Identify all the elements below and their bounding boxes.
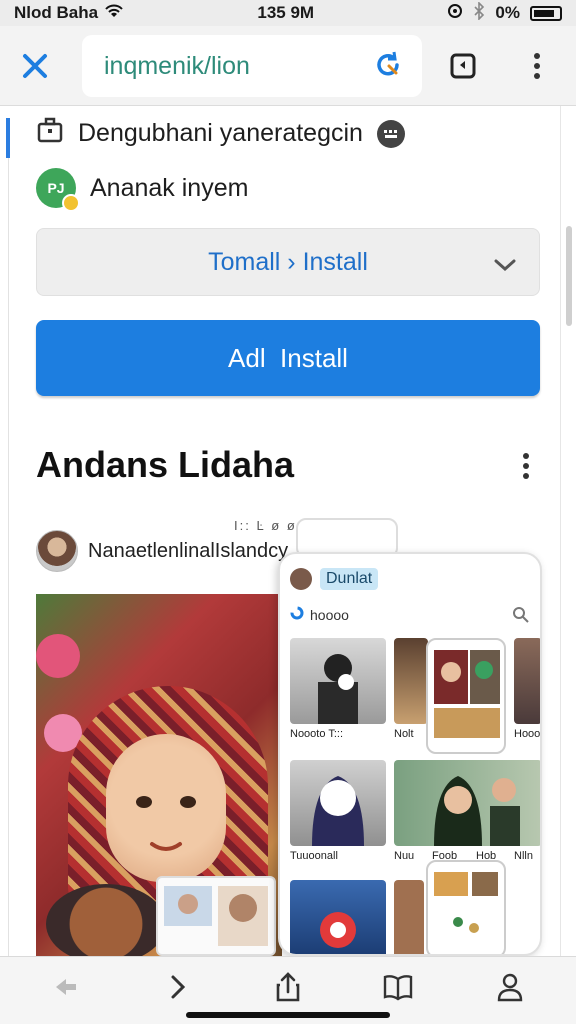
grid-photo [426,638,506,754]
active-indicator [6,118,10,158]
status-bar: Nlod Baha 135 9M 0% [0,0,576,26]
back-button[interactable] [42,965,90,1009]
search-icon [512,606,530,629]
install-dropdown-label: Tomall › Install [208,247,368,276]
mock-title: Dunlat [320,568,379,590]
install-button[interactable]: Adl Install [36,320,540,396]
grid-photo [394,880,424,954]
flower-image [36,634,80,678]
location-icon [447,3,463,24]
page-content: Dengubhani yanerategcin PJ Ananak inyem … [0,106,576,956]
scrollbar[interactable] [566,226,572,326]
install-options-dropdown[interactable]: Tomall › Install [36,228,540,296]
screenshot-photo[interactable] [36,594,282,956]
share-icon [276,972,300,1002]
bookmarks-button[interactable] [374,965,422,1009]
app-name: Ananak inyem [90,173,249,202]
app-avatar-text: PJ [47,180,65,196]
grid-caption: Nolt [394,728,414,740]
grid-photo [290,638,386,724]
browser-toolbar: inqmenik/lion [0,26,576,106]
grid-caption: Tuuoonall [290,850,338,862]
install-button-label: Adl Install [228,342,348,373]
grid-caption: Nuu [394,850,415,862]
chevron-down-icon [493,251,517,280]
forward-button[interactable] [154,965,202,1009]
tabs-button[interactable] [440,44,486,88]
divider [560,106,561,956]
url-text: inqmenik/lion [104,51,250,80]
close-icon [23,53,47,78]
home-indicator[interactable] [186,1012,390,1018]
phone-mockup: Dunlat hoooo Noooto T::: Nolt Hooo Tuuoo… [278,552,542,956]
grid-caption: Noooto T::: [290,728,343,740]
clock: 135 9M [257,3,315,22]
grid-caption: Nlln [514,850,533,862]
person-icon [497,973,523,1002]
account-button[interactable] [486,965,534,1009]
more-menu-button[interactable] [522,44,552,88]
food-bowl-image [46,884,166,956]
mock-search-text: hoooo [310,606,349,623]
back-icon [56,979,76,995]
keyboard-icon [376,119,405,148]
battery-percent: 0% [495,3,520,22]
bluetooth-icon [473,0,485,25]
section-more-button[interactable] [512,446,540,486]
divider [8,158,9,956]
app-name-row: PJ Ananak inyem [36,168,249,212]
grid-photo [290,760,386,846]
section-title: Andans Lidaha [36,444,295,485]
loader-icon [290,606,304,623]
grid-photo [394,638,428,724]
tabs-icon [450,53,476,79]
grid-photo [290,880,386,954]
chevron-right-icon [171,975,186,999]
card-header: NanaetlenlinalIslandcy [36,530,288,572]
share-button[interactable] [264,965,312,1009]
developer-name: Dengubhani yanerategcin [78,119,363,147]
more-vertical-icon [534,53,540,79]
grid-photo [514,638,540,724]
close-button[interactable] [0,26,70,106]
reload-button[interactable] [372,49,404,88]
child-face-image [106,734,226,882]
grid-photo [394,760,540,846]
developer-row: Dengubhani yanerategcin [36,116,405,151]
more-vertical-icon [523,453,529,479]
verified-badge-icon [62,194,80,212]
grid-photo [426,860,506,954]
battery-icon [530,5,562,21]
app-avatar: PJ [36,168,80,212]
carrier-label: Nlod Baha [14,3,99,22]
mock-search: hoooo [290,606,349,623]
card-username: NanaetlenlinalIslandcy [88,539,289,562]
briefcase-icon [36,116,64,151]
reload-icon [377,51,399,76]
wifi-icon [104,3,124,24]
book-icon [383,975,413,1001]
inset-photo [156,876,276,956]
avatar[interactable] [36,530,78,572]
avatar [290,568,312,590]
grid-caption: Hooo [514,728,541,740]
url-field[interactable]: inqmenik/lion [82,35,422,97]
mock-header: Dunlat [290,568,379,590]
